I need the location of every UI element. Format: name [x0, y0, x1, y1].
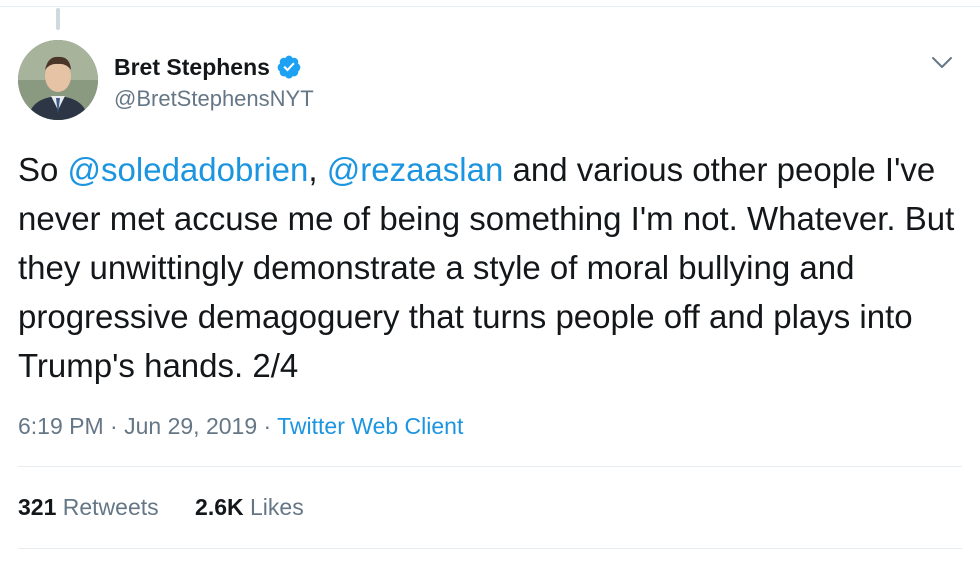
tweet-text-prefix: So: [18, 151, 68, 188]
chevron-down-icon[interactable]: [930, 52, 954, 72]
tweet-text-separator: ,: [308, 151, 327, 188]
divider: [18, 466, 962, 467]
mention-link-soledadobrien[interactable]: @soledadobrien: [68, 151, 309, 188]
avatar[interactable]: [18, 40, 98, 120]
divider: [18, 548, 962, 549]
tweet-source-link[interactable]: Twitter Web Client: [277, 413, 463, 439]
tweet-text: So @soledadobrien, @rezaaslan and variou…: [18, 145, 963, 390]
retweets-stat[interactable]: 321 Retweets: [18, 494, 159, 520]
author-name[interactable]: Bret Stephens: [114, 54, 270, 81]
retweets-count: 321: [18, 494, 57, 520]
meta-separator: ·: [257, 413, 278, 439]
tweet-meta: 6:19 PM · Jun 29, 2019 · Twitter Web Cli…: [18, 413, 463, 440]
likes-stat[interactable]: 2.6K Likes: [195, 494, 304, 520]
author-name-row: Bret Stephens: [114, 52, 302, 82]
tweet-date[interactable]: Jun 29, 2019: [124, 413, 257, 439]
avatar-image: [18, 40, 98, 120]
author-handle[interactable]: @BretStephensNYT: [114, 86, 314, 112]
likes-label: Likes: [250, 494, 304, 520]
top-border: [0, 6, 980, 7]
likes-count: 2.6K: [195, 494, 244, 520]
mention-link-rezaaslan[interactable]: @rezaaslan: [327, 151, 504, 188]
meta-separator: ·: [103, 413, 125, 439]
thread-connector-line: [56, 8, 60, 30]
tweet-time[interactable]: 6:19 PM: [18, 413, 104, 439]
tweet-card: Bret Stephens @BretStephensNYT So @soled…: [0, 0, 980, 566]
verified-badge-icon: [276, 54, 302, 80]
tweet-stats: 321 Retweets 2.6K Likes: [18, 494, 334, 521]
retweets-label: Retweets: [62, 494, 159, 520]
